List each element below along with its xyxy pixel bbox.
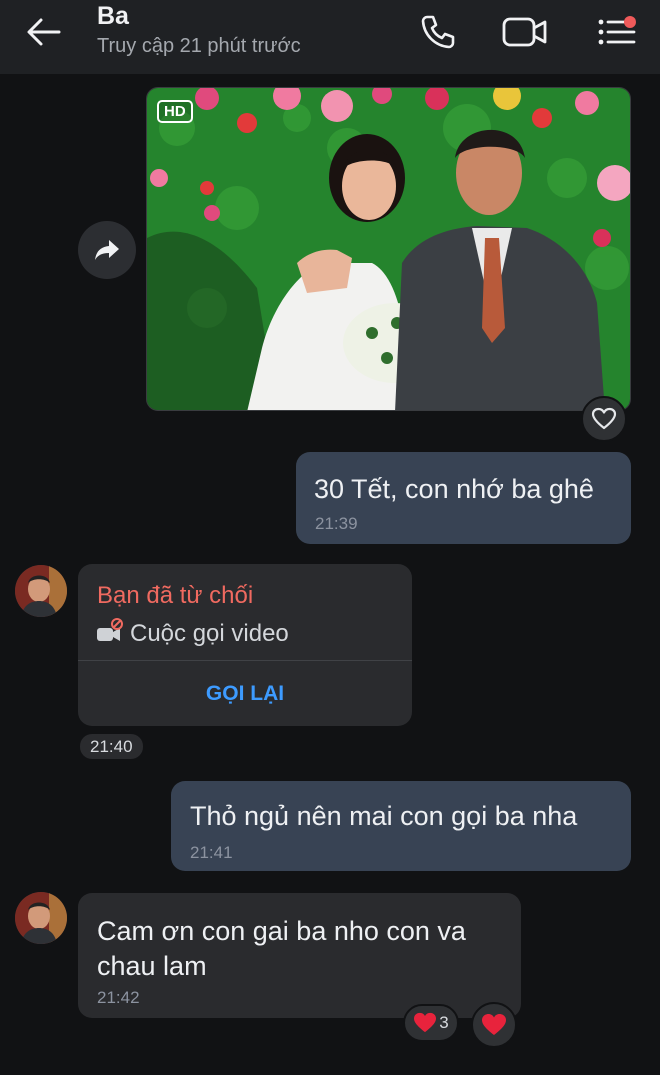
missed-call-card: Bạn đã từ chối Cuộc gọi video GỌI LẠI	[78, 564, 412, 726]
wedding-photo[interactable]: HD	[146, 87, 631, 411]
reaction-count: 3	[439, 1013, 449, 1032]
declined-video-icon	[97, 618, 123, 641]
message-time: 21:42	[97, 988, 140, 1007]
last-seen-status: Truy cập 21 phút trước	[97, 35, 301, 57]
back-arrow-icon	[27, 18, 61, 46]
outgoing-message[interactable]: Thỏ ngủ nên mai con gọi ba nha 21:41	[171, 781, 631, 871]
react-button[interactable]	[581, 396, 627, 442]
message-text: 30 Tết, con nhớ ba ghê	[314, 474, 594, 504]
outgoing-message[interactable]: 30 Tết, con nhớ ba ghê 21:39	[296, 452, 631, 544]
video-camera-icon	[502, 17, 547, 47]
heart-outline-icon	[591, 407, 617, 430]
video-call-button[interactable]	[500, 10, 550, 54]
contact-avatar-image	[15, 565, 67, 617]
message-time: 21:40	[80, 734, 143, 759]
hd-badge: HD	[157, 100, 193, 123]
avatar[interactable]	[15, 892, 67, 944]
contact-name[interactable]: Ba	[97, 2, 129, 31]
share-arrow-icon	[95, 240, 119, 260]
call-back-button[interactable]: GỌI LẠI	[78, 661, 412, 726]
forward-button[interactable]	[78, 221, 136, 279]
reaction-summary[interactable]: 3	[403, 1004, 459, 1042]
react-button[interactable]	[471, 1002, 517, 1048]
options-menu-button[interactable]	[592, 10, 642, 54]
incoming-message[interactable]: Cam ơn con gai ba nho con va chau lam 21…	[78, 893, 521, 1018]
heart-icon	[482, 1014, 506, 1035]
call-status-title: Bạn đã từ chối	[97, 582, 254, 609]
notification-dot	[624, 16, 636, 28]
message-time: 21:39	[315, 514, 358, 533]
avatar[interactable]	[15, 565, 67, 617]
photo-image	[147, 88, 630, 410]
message-text: Thỏ ngủ nên mai con gọi ba nha	[190, 801, 578, 831]
message-text: Cam ơn con gai ba nho con va chau lam	[97, 916, 466, 981]
phone-icon	[421, 15, 455, 49]
contact-avatar-image	[15, 892, 67, 944]
voice-call-button[interactable]	[413, 10, 463, 54]
heart-icon	[414, 1012, 437, 1033]
chat-header: Ba Truy cập 21 phút trước	[0, 0, 660, 74]
message-time: 21:41	[190, 843, 233, 862]
call-type: Cuộc gọi video	[130, 620, 289, 647]
back-button[interactable]	[22, 12, 66, 52]
